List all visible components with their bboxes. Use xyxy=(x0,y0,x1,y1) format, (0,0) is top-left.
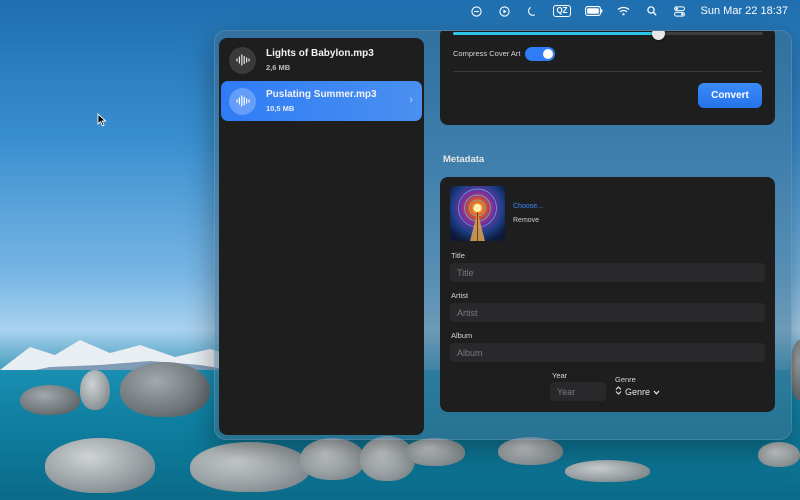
search-icon[interactable] xyxy=(645,4,659,18)
rock xyxy=(565,460,650,482)
chevron-right-icon: › xyxy=(409,94,413,106)
moon-icon[interactable] xyxy=(525,4,539,18)
compress-cover-art-label: Compress Cover Art xyxy=(453,49,521,58)
artist-field[interactable] xyxy=(450,303,765,322)
conversion-settings-card: Compress Cover Art Convert xyxy=(440,31,775,125)
menu-bar: QZ Sun Mar 22 18:37 xyxy=(0,0,800,22)
file-list-sidebar: Lights of Babylon.mp3 2,6 MB Puslating S… xyxy=(219,38,424,435)
rock xyxy=(120,362,210,417)
rock xyxy=(45,438,155,493)
rock xyxy=(300,438,365,480)
slider-fill xyxy=(453,32,658,35)
genre-label: Genre xyxy=(615,375,636,384)
main-panel: Compress Cover Art Convert Metadata Choo… xyxy=(435,31,791,439)
chevron-down-icon xyxy=(653,387,660,397)
choose-artwork-link[interactable]: Choose... xyxy=(513,203,543,210)
waveform-icon xyxy=(229,46,256,74)
qz-badge[interactable]: QZ xyxy=(553,5,571,17)
waveform-icon xyxy=(229,87,256,115)
up-down-chevron-icon xyxy=(615,386,622,397)
control-center-icon[interactable] xyxy=(673,4,687,18)
title-field[interactable] xyxy=(450,263,765,282)
menubar-clock[interactable]: Sun Mar 22 18:37 xyxy=(701,5,788,17)
slider-knob[interactable] xyxy=(651,31,665,40)
metadata-section-title: Metadata xyxy=(443,154,485,165)
title-label: Title xyxy=(451,251,465,260)
artist-label: Artist xyxy=(451,291,469,300)
toggle-knob xyxy=(543,49,553,59)
genre-select[interactable]: Genre xyxy=(615,386,660,397)
file-list-item-selected[interactable]: Puslating Summer.mp3 10,5 MB › xyxy=(221,81,422,121)
file-size: 10,5 MB xyxy=(266,104,295,113)
cover-artwork[interactable] xyxy=(450,186,505,241)
genre-value: Genre xyxy=(625,386,651,397)
rock xyxy=(405,438,465,466)
quality-slider[interactable] xyxy=(453,31,763,40)
battery-icon[interactable] xyxy=(584,4,603,18)
rock xyxy=(190,442,310,492)
converter-window: Lights of Babylon.mp3 2,6 MB Puslating S… xyxy=(214,30,792,440)
file-name: Puslating Summer.mp3 xyxy=(266,89,377,100)
metadata-card: Choose... Remove Title Artist Album Year… xyxy=(440,177,775,412)
divider xyxy=(453,71,762,72)
convert-button[interactable]: Convert xyxy=(698,83,762,108)
play-circle-icon[interactable] xyxy=(497,4,511,18)
rock xyxy=(498,437,563,465)
mouse-pointer-icon xyxy=(97,113,107,127)
compress-cover-art-toggle[interactable] xyxy=(525,47,555,61)
rock xyxy=(20,385,80,415)
year-label: Year xyxy=(552,371,568,380)
album-field[interactable] xyxy=(450,343,765,362)
rock xyxy=(80,370,110,410)
file-name: Lights of Babylon.mp3 xyxy=(266,48,374,59)
year-field[interactable] xyxy=(550,382,606,401)
minus-circle-icon[interactable] xyxy=(469,4,483,18)
album-label: Album xyxy=(451,331,473,340)
file-list-item[interactable]: Lights of Babylon.mp3 2,6 MB xyxy=(221,40,422,80)
rock xyxy=(758,442,800,467)
remove-artwork-link[interactable]: Remove xyxy=(513,217,539,224)
wifi-icon[interactable] xyxy=(617,4,631,18)
file-size: 2,6 MB xyxy=(266,63,291,72)
